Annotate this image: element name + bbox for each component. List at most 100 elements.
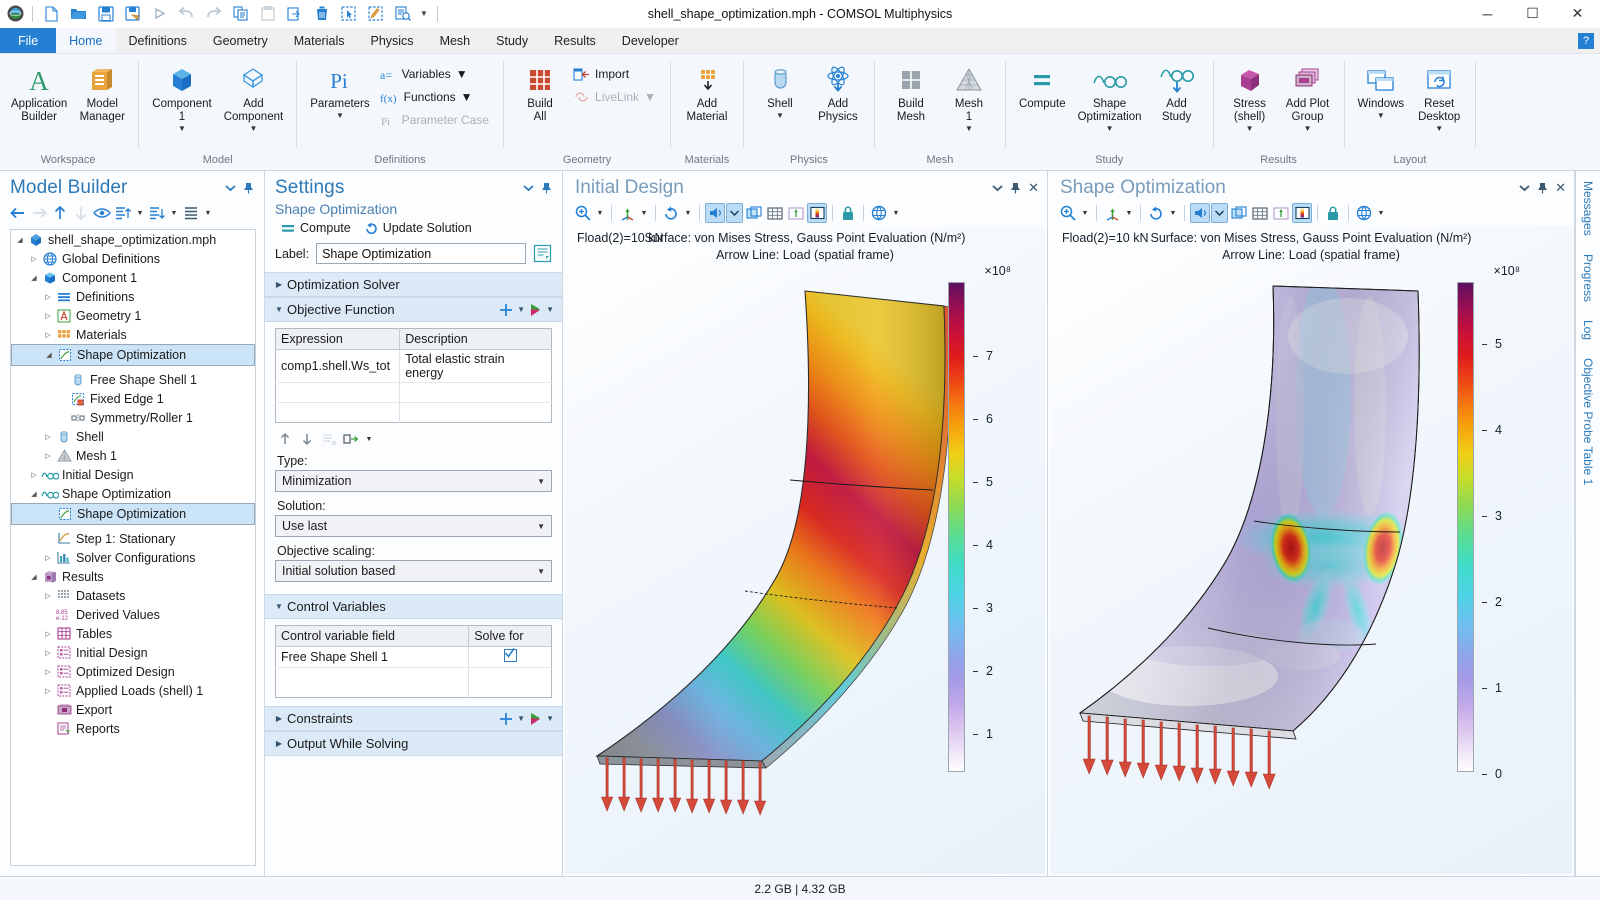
tree-item-definitions[interactable]: ▷ Definitions <box>11 287 255 306</box>
scene-light-chevron-down-icon[interactable]: ▼ <box>890 203 902 223</box>
tree-expand-chevron-right-icon[interactable]: ▷ <box>41 592 55 600</box>
new-file-icon[interactable] <box>39 2 64 26</box>
tree-item-shape-optimization[interactable]: ◢ Shape Optimization <box>11 344 255 366</box>
tab-home[interactable]: Home <box>56 28 116 53</box>
table-row-empty-2[interactable] <box>275 402 552 423</box>
render-mode-chevron-down-icon[interactable] <box>1211 203 1228 223</box>
graphics-2-pin-icon[interactable] <box>1537 182 1548 194</box>
save-as-icon[interactable] <box>120 2 145 26</box>
axis-orientation-icon[interactable] <box>617 203 637 223</box>
tree-expand-chevron-right-icon[interactable]: ▷ <box>41 649 55 657</box>
tree-item-initial-design[interactable]: ▷ Initial Design <box>11 643 255 662</box>
table-row-empty[interactable] <box>275 382 552 403</box>
tab-materials[interactable]: Materials <box>280 28 358 53</box>
tree-item-free-shape-shell-1[interactable]: Free Shape Shell 1 <box>11 370 255 389</box>
tree-expand-chevron-right-icon[interactable]: ▷ <box>41 630 55 638</box>
tree-item-shell[interactable]: ▷ Shell <box>11 427 255 446</box>
tab-developer[interactable]: Developer <box>608 28 692 53</box>
tab-physics[interactable]: Physics <box>357 28 427 53</box>
expand-all-chevron-down-icon[interactable]: ▼ <box>134 203 146 223</box>
section-constraints[interactable]: ▶ Constraints ▼ ▼ <box>265 706 562 731</box>
tree-expand-chevron-right-icon[interactable]: ▷ <box>27 471 41 479</box>
control-cell-solve-for[interactable] <box>468 646 552 668</box>
select-box-icon[interactable] <box>336 2 361 26</box>
component-1-button[interactable]: Component 1 ▼ <box>147 60 216 135</box>
section-control-variables[interactable]: ▼ Control Variables <box>265 594 562 619</box>
objective-scaling-select[interactable]: Initial solution based ▼ <box>275 560 552 582</box>
rotate-chevron-down-icon[interactable]: ▼ <box>682 203 694 223</box>
tree-options-chevron-down-icon[interactable]: ▼ <box>202 203 214 223</box>
close-button[interactable]: ✕ <box>1555 0 1600 28</box>
add-component-button[interactable]: Add Component ▼ <box>219 60 288 135</box>
back-arrow-icon[interactable] <box>8 203 28 223</box>
update-solution-action-button[interactable]: Update Solution <box>360 220 476 236</box>
dock-tab-objective-probe-table-1[interactable]: Objective Probe Table 1 <box>1581 358 1595 485</box>
section-output-while-solving[interactable]: ▶ Output While Solving <box>265 731 562 756</box>
table-row[interactable]: comp1.shell.Ws_tot Total elastic strain … <box>275 349 552 383</box>
transparency-icon[interactable] <box>744 203 764 223</box>
tree-item-optimized-design[interactable]: ▷ Optimized Design <box>11 662 255 681</box>
add-component-chevron-down-icon[interactable]: ▼ <box>250 125 258 133</box>
stress-shell-button[interactable]: Stress (shell) ▼ <box>1222 60 1278 135</box>
tree-item-shape-optimization[interactable]: ◢ Shape Optimization <box>11 484 255 503</box>
build-all-button[interactable]: Build All <box>512 60 568 126</box>
show-axis-icon[interactable] <box>786 203 806 223</box>
solve-for-checkbox[interactable] <box>503 648 517 662</box>
maximize-button[interactable]: ☐ <box>1510 0 1555 28</box>
tree-item-step-1-stationary[interactable]: Step 1: Stationary <box>11 529 255 548</box>
save-icon[interactable] <box>93 2 118 26</box>
control-variables-table[interactable]: Control variable field Solve for Free Sh… <box>275 625 552 698</box>
tree-expand-chevron-right-icon[interactable]: ▷ <box>41 668 55 676</box>
graphics-1-close-icon[interactable]: ✕ <box>1028 180 1039 196</box>
section-objective-function[interactable]: ▼ Objective Function ▼ ▼ <box>265 297 562 322</box>
zoom-chevron-down-icon[interactable]: ▼ <box>1079 203 1091 223</box>
add-plot-group-chevron-down-icon[interactable]: ▼ <box>1304 125 1312 133</box>
add-physics-button[interactable]: Add Physics <box>810 60 866 126</box>
axis-orientation-chevron-down-icon[interactable]: ▼ <box>1123 203 1135 223</box>
expand-all-icon[interactable] <box>113 203 133 223</box>
functions-button[interactable]: f(x) Functions ▼ <box>377 86 495 108</box>
tree-expand-chevron-right-icon[interactable]: ▷ <box>27 255 41 263</box>
constraints-add-chevron-down-icon[interactable]: ▼ <box>517 714 525 723</box>
redo-icon[interactable] <box>201 2 226 26</box>
tree-expand-chevron-right-icon[interactable]: ▷ <box>41 433 55 441</box>
tree-item-datasets[interactable]: ▷ Datasets <box>11 586 255 605</box>
tree-item-shape-optimization[interactable]: Shape Optimization <box>11 503 255 525</box>
zoom-chevron-down-icon[interactable]: ▼ <box>594 203 606 223</box>
tab-results[interactable]: Results <box>541 28 609 53</box>
objective-layout-chevron-down-icon[interactable]: ▼ <box>363 429 375 449</box>
reset-desktop-chevron-down-icon[interactable]: ▼ <box>1435 125 1443 133</box>
tree-item-materials[interactable]: ▷ Materials <box>11 325 255 344</box>
graphics-2-chevron-down-icon[interactable] <box>1519 184 1530 192</box>
grid-icon[interactable] <box>765 203 785 223</box>
graphics-2-canvas[interactable]: Fload(2)=10 kN Surface: von Mises Stress… <box>1050 226 1572 874</box>
tree-options-icon[interactable] <box>181 203 201 223</box>
collapse-all-chevron-down-icon[interactable]: ▼ <box>168 203 180 223</box>
duplicate-icon[interactable] <box>282 2 307 26</box>
objective-move-down-icon[interactable] <box>297 429 317 449</box>
table-row[interactable]: Free Shape Shell 1 <box>275 646 552 668</box>
show-axis-icon[interactable] <box>1271 203 1291 223</box>
scene-light-chevron-down-icon[interactable]: ▼ <box>1375 203 1387 223</box>
dock-tab-progress[interactable]: Progress <box>1581 254 1595 302</box>
constraints-add-icon[interactable] <box>499 712 513 726</box>
tree-item-symmetry-roller-1[interactable]: Symmetry/Roller 1 <box>11 408 255 427</box>
shape-optimization-button[interactable]: Shape Optimization ▼ <box>1073 60 1147 135</box>
model-builder-pin-icon[interactable] <box>243 182 254 194</box>
rotate-icon[interactable] <box>1146 203 1166 223</box>
scene-light-icon[interactable] <box>1354 203 1374 223</box>
graphics-1-canvas[interactable]: Fload(2)=10 kN Surface: von Mises Stress… <box>565 226 1045 874</box>
objective-add-icon[interactable] <box>499 303 513 317</box>
import-button[interactable]: Import <box>570 63 662 85</box>
constraints-play-chevron-down-icon[interactable]: ▼ <box>546 714 554 723</box>
objective-play-icon[interactable] <box>529 303 542 317</box>
axis-orientation-chevron-down-icon[interactable]: ▼ <box>638 203 650 223</box>
tree-item-initial-design[interactable]: ▷ Initial Design <box>11 465 255 484</box>
tree-item-fixed-edge-1[interactable]: Fixed Edge 1 <box>11 389 255 408</box>
render-mode-icon[interactable] <box>705 203 725 223</box>
tab-geometry[interactable]: Geometry <box>199 28 281 53</box>
parameters-button[interactable]: Pi Parameters ▼ <box>305 60 374 122</box>
tree-item-geometry-1[interactable]: ▷ Geometry 1 <box>11 306 255 325</box>
model-manager-button[interactable]: Model Manager <box>74 60 130 126</box>
settings-chevron-down-icon[interactable] <box>523 184 534 192</box>
